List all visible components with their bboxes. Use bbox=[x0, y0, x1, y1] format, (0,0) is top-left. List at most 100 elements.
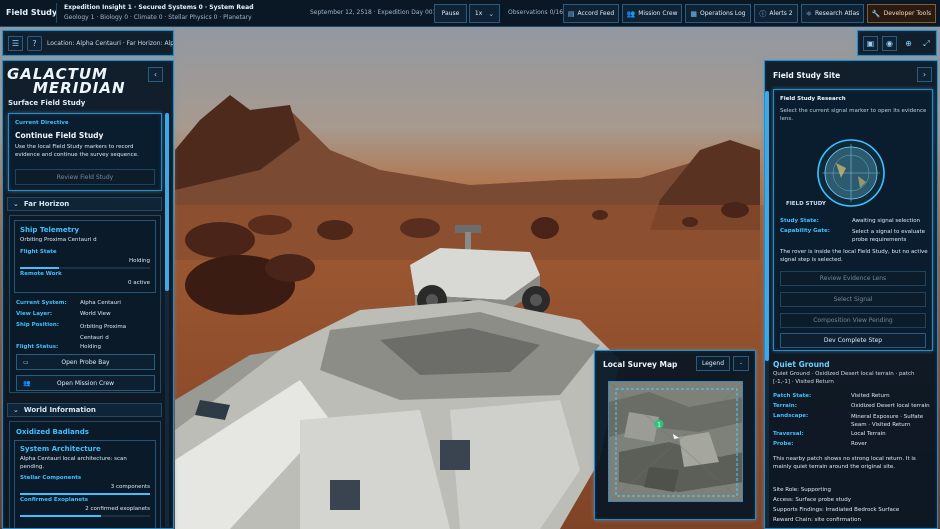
mission-crew-label: Mission Crew bbox=[638, 10, 678, 17]
world-information-header[interactable]: ⌄ World Information bbox=[7, 403, 162, 417]
select-signal-button[interactable]: Select Signal bbox=[780, 292, 926, 307]
select-signal-label: Select Signal bbox=[833, 296, 873, 303]
map-collapse-button[interactable]: - bbox=[733, 356, 749, 371]
globe-button[interactable]: ⊕ bbox=[901, 36, 916, 51]
review-field-study-label: Review Field Study bbox=[56, 173, 114, 181]
research-body: Select the current signal marker to open… bbox=[780, 108, 927, 122]
left-panel: GALACTUM MERIDIAN ‹ Surface Field Study … bbox=[2, 60, 174, 529]
world-name: Oxidized Badlands bbox=[16, 428, 89, 436]
open-mission-crew-label: Open Mission Crew bbox=[56, 379, 115, 387]
research-row: Capability Gate: Select a signal to evalu… bbox=[780, 228, 930, 246]
alerts-button[interactable]: ⓘ Alerts 2 bbox=[754, 4, 798, 23]
speed-select[interactable]: 1x ⌄ bbox=[469, 4, 500, 23]
far-horizon-header[interactable]: ⌄ Far Horizon bbox=[7, 197, 162, 211]
view-controls: ▣ ◉ ⊕ ⤢ bbox=[857, 30, 937, 56]
row-value: Oxidized Desert local terrain bbox=[851, 403, 930, 409]
operations-log-button[interactable]: ▦ Operations Log bbox=[685, 4, 751, 23]
open-probe-bay-button[interactable]: ▭ Open Probe Bay bbox=[16, 354, 155, 370]
directive-card: Current Directive Continue Field Study U… bbox=[8, 113, 162, 191]
right-panel-title: Field Study Site bbox=[773, 71, 841, 80]
chevron-down-icon: ⌄ bbox=[13, 406, 19, 414]
telemetry-title: Ship Telemetry bbox=[20, 226, 80, 234]
survey-map[interactable]: 1 bbox=[608, 381, 743, 502]
crew-icon: 👥 bbox=[626, 9, 636, 18]
camera-icon: ◉ bbox=[886, 39, 893, 48]
alerts-label: Alerts 2 bbox=[769, 10, 793, 17]
flight-state-label: Flight State bbox=[20, 249, 57, 255]
menu-button[interactable]: ☰ bbox=[8, 36, 23, 51]
review-evidence-lens-label: Review Evidence Lens bbox=[819, 275, 887, 282]
research-summary: Geology 1 · Biology 0 · Climate 0 · Stel… bbox=[64, 14, 254, 21]
row-value: Mineral Exposure · Sulfate Seam · Visite… bbox=[851, 414, 924, 428]
layers-button[interactable]: ▣ bbox=[863, 36, 878, 51]
stellar-components-value: 3 components bbox=[110, 484, 150, 490]
row-key: Capability Gate: bbox=[780, 228, 830, 234]
map-marker-label: 1 bbox=[657, 422, 661, 429]
mission-crew-button[interactable]: 👥 Mission Crew bbox=[622, 4, 682, 23]
collapse-right-button[interactable]: › bbox=[917, 67, 932, 82]
globe-icon: ⊕ bbox=[905, 39, 912, 48]
review-field-study-button[interactable]: Review Field Study bbox=[15, 169, 155, 185]
telemetry-orbit: Orbiting Proxima Centauri d bbox=[20, 237, 97, 243]
location-text: Location: Alpha Centauri · Far Horizon: … bbox=[47, 40, 173, 47]
research-row: Study State: Awaiting signal selection bbox=[780, 218, 930, 228]
photo-mode-button[interactable]: ◉ bbox=[882, 36, 897, 51]
row-key: Patch State: bbox=[773, 393, 812, 399]
telemetry-card: Ship Telemetry Orbiting Proxima Centauri… bbox=[9, 215, 161, 393]
feed-icon: ▤ bbox=[567, 9, 575, 18]
stellar-components-label: Stellar Components bbox=[20, 475, 82, 481]
row-key: Current System: bbox=[16, 300, 67, 306]
help-button[interactable]: ? bbox=[27, 36, 42, 51]
row-value: Alpha Centauri bbox=[80, 300, 121, 306]
map-terrain: 1 bbox=[609, 382, 742, 501]
chevron-right-icon: › bbox=[922, 70, 927, 79]
accord-feed-button[interactable]: ▤ Accord Feed bbox=[563, 4, 619, 23]
open-mission-crew-button[interactable]: 👥 Open Mission Crew bbox=[16, 375, 155, 391]
open-probe-bay-label: Open Probe Bay bbox=[61, 358, 110, 366]
research-label: Field Study Research bbox=[780, 96, 846, 102]
field-study-research-card: Field Study Research Select the current … bbox=[773, 89, 933, 351]
quiet-row: Landscape: Mineral Exposure · Sulfate Sea… bbox=[773, 413, 933, 431]
atlas-icon: ⚛ bbox=[805, 9, 813, 18]
chevron-left-icon: ‹ bbox=[153, 70, 158, 79]
legend-button[interactable]: Legend bbox=[696, 356, 730, 371]
flight-state-bar bbox=[20, 267, 59, 269]
left-scrollbar-thumb[interactable] bbox=[165, 113, 169, 291]
research-atlas-button[interactable]: ⚛ Research Atlas bbox=[801, 4, 864, 23]
flight-state-value: Holding bbox=[128, 258, 150, 264]
dev-complete-step-button[interactable]: Dev Complete Step bbox=[780, 333, 926, 348]
right-panel: Field Study Site › Field Study Research … bbox=[764, 60, 938, 529]
row-value: Select a signal to evaluate probe requir… bbox=[852, 229, 926, 243]
log-icon: ▦ bbox=[690, 9, 697, 18]
top-bar: Field Study Expedition Insight 1 · Secur… bbox=[0, 0, 940, 27]
directive-title: Continue Field Study bbox=[15, 131, 104, 140]
pause-button[interactable]: Pause bbox=[434, 4, 467, 23]
directive-body: Use the local Field Study markers to rec… bbox=[15, 144, 139, 158]
collapse-left-button[interactable]: ‹ bbox=[148, 67, 163, 82]
legend-label: Legend bbox=[701, 360, 725, 367]
exoplanets-value: 2 confirmed exoplanets bbox=[85, 506, 150, 512]
world-card: Oxidized Badlands System Architecture Al… bbox=[9, 421, 161, 528]
evidence-lens-icon[interactable] bbox=[816, 138, 886, 208]
layers-icon: ▣ bbox=[866, 39, 875, 48]
research-atlas-label: Research Atlas bbox=[815, 10, 860, 17]
review-evidence-lens-button[interactable]: Review Evidence Lens bbox=[780, 271, 926, 286]
probe-icon: ▭ bbox=[23, 358, 29, 366]
quiet-row: Probe: Rover bbox=[773, 441, 933, 451]
row-key: Ship Position: bbox=[16, 322, 59, 328]
composition-view-label: Composition View Pending bbox=[813, 317, 893, 324]
chevron-down-icon: ⌄ bbox=[13, 200, 19, 208]
telemetry-row: Current System: Alpha Centauri bbox=[16, 300, 156, 311]
site-role: Site Role: Supporting bbox=[773, 487, 832, 493]
exoplanets-track bbox=[20, 515, 150, 517]
composition-view-button[interactable]: Composition View Pending bbox=[780, 313, 926, 328]
logo-line2: MERIDIAN bbox=[33, 79, 126, 97]
fullscreen-button[interactable]: ⤢ bbox=[919, 36, 934, 51]
hamburger-icon: ☰ bbox=[11, 39, 20, 48]
world-information-label: World Information bbox=[23, 406, 96, 414]
lens-label: FIELD STUDY bbox=[786, 201, 826, 207]
right-scrollbar-thumb[interactable] bbox=[765, 91, 769, 361]
developer-tools-button[interactable]: 🔧 Developer Tools bbox=[867, 4, 936, 23]
flight-state-track bbox=[20, 267, 150, 269]
quiet-ground-title: Quiet Ground bbox=[773, 360, 830, 369]
